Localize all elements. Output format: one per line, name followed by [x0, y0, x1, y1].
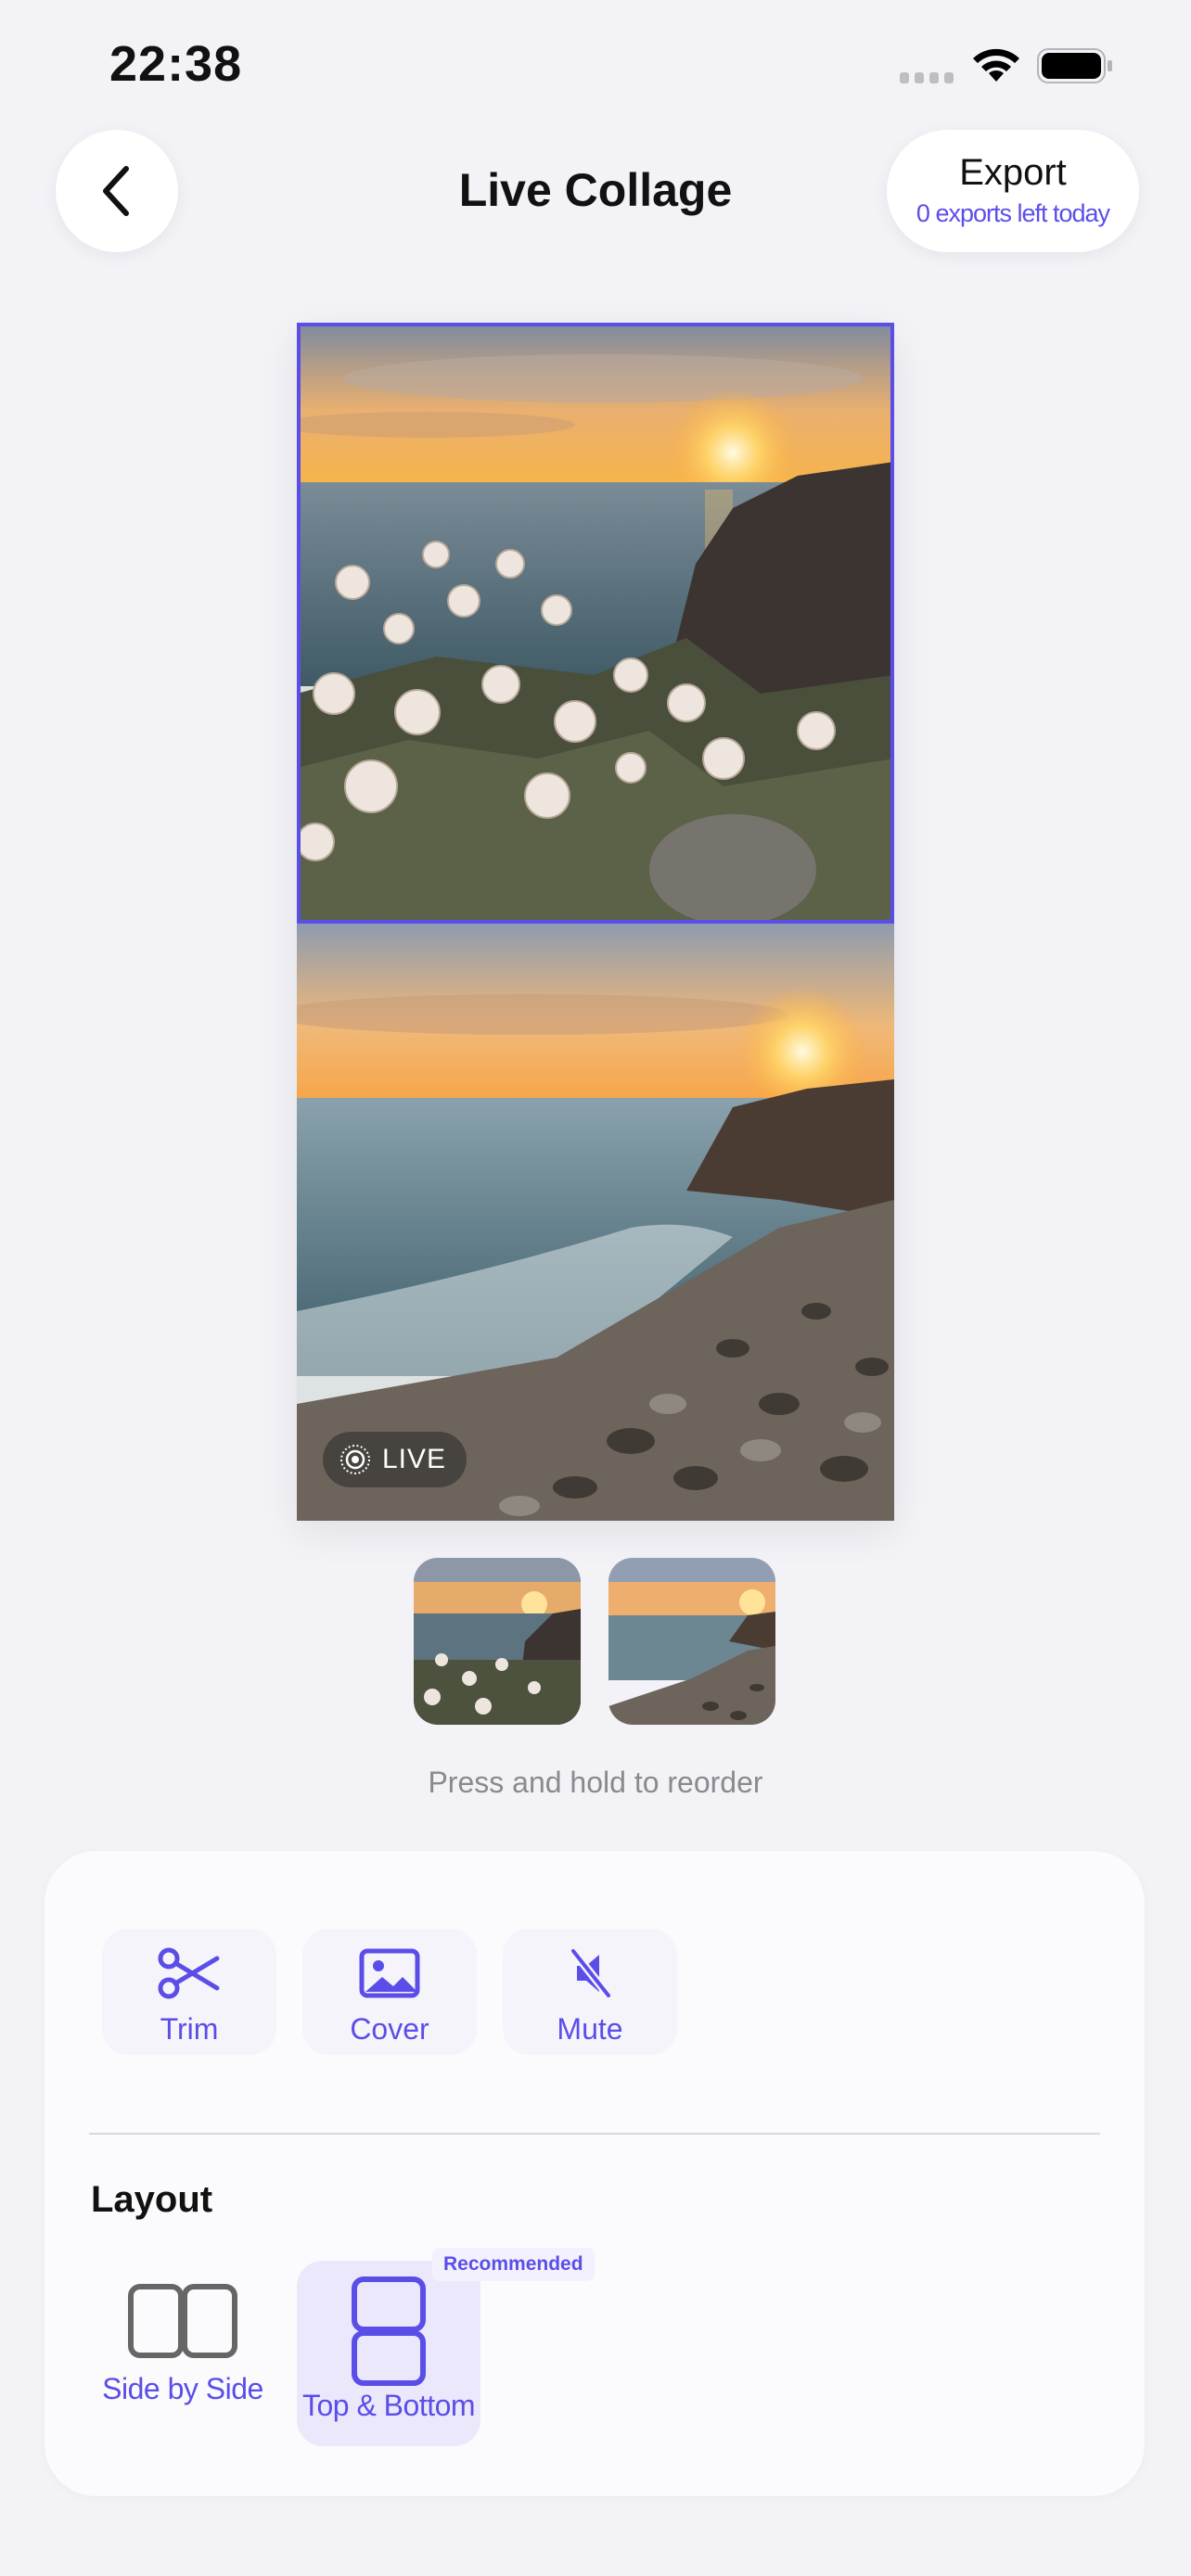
- selected-panel-outline: [297, 323, 894, 924]
- layout-top-bottom[interactable]: Top & Bottom: [297, 2261, 480, 2446]
- battery-icon: [1037, 48, 1113, 83]
- live-badge[interactable]: LIVE: [323, 1432, 467, 1487]
- mute-label: Mute: [557, 2012, 623, 2046]
- beach-sunset-thumbnail: [608, 1558, 775, 1725]
- recommended-badge: Recommended: [432, 2248, 595, 2281]
- cover-label: Cover: [350, 2012, 429, 2046]
- cellular-signal-icon: [900, 72, 955, 83]
- trim-label: Trim: [160, 2012, 219, 2046]
- thumbnail-1[interactable]: [414, 1558, 581, 1725]
- export-button[interactable]: Export 0 exports left today: [887, 130, 1139, 252]
- section-divider: [89, 2133, 1100, 2135]
- trim-button[interactable]: Trim: [102, 1929, 276, 2055]
- scissors-icon: [158, 1947, 220, 1999]
- live-photo-icon: [340, 1445, 370, 1474]
- image-icon: [359, 1948, 420, 1998]
- top-bottom-label: Top & Bottom: [301, 2389, 476, 2422]
- editing-panel: Trim Cover Mute Layout Side by Side Top …: [45, 1851, 1145, 2496]
- live-badge-label: LIVE: [382, 1444, 447, 1474]
- status-time: 22:38: [109, 36, 243, 92]
- layout-side-by-side[interactable]: Side by Side: [91, 2261, 275, 2446]
- speaker-muted-icon: [569, 1946, 613, 2000]
- side-by-side-icon: [128, 2284, 237, 2358]
- side-by-side-label: Side by Side: [102, 2372, 263, 2405]
- flowers-sunset-thumbnail: [414, 1558, 581, 1725]
- export-label: Export: [959, 152, 1067, 193]
- top-bottom-icon: [352, 2276, 426, 2386]
- thumbnail-2[interactable]: [608, 1558, 775, 1725]
- reorder-hint: Press and hold to reorder: [428, 1766, 763, 1799]
- cover-button[interactable]: Cover: [302, 1929, 477, 2055]
- wifi-icon: [970, 46, 1022, 83]
- mute-button[interactable]: Mute: [503, 1929, 677, 2055]
- layout-section-title: Layout: [91, 2179, 213, 2220]
- exports-remaining-text: 0 exports left today: [916, 199, 1110, 227]
- collage-preview: LIVE: [297, 323, 894, 1521]
